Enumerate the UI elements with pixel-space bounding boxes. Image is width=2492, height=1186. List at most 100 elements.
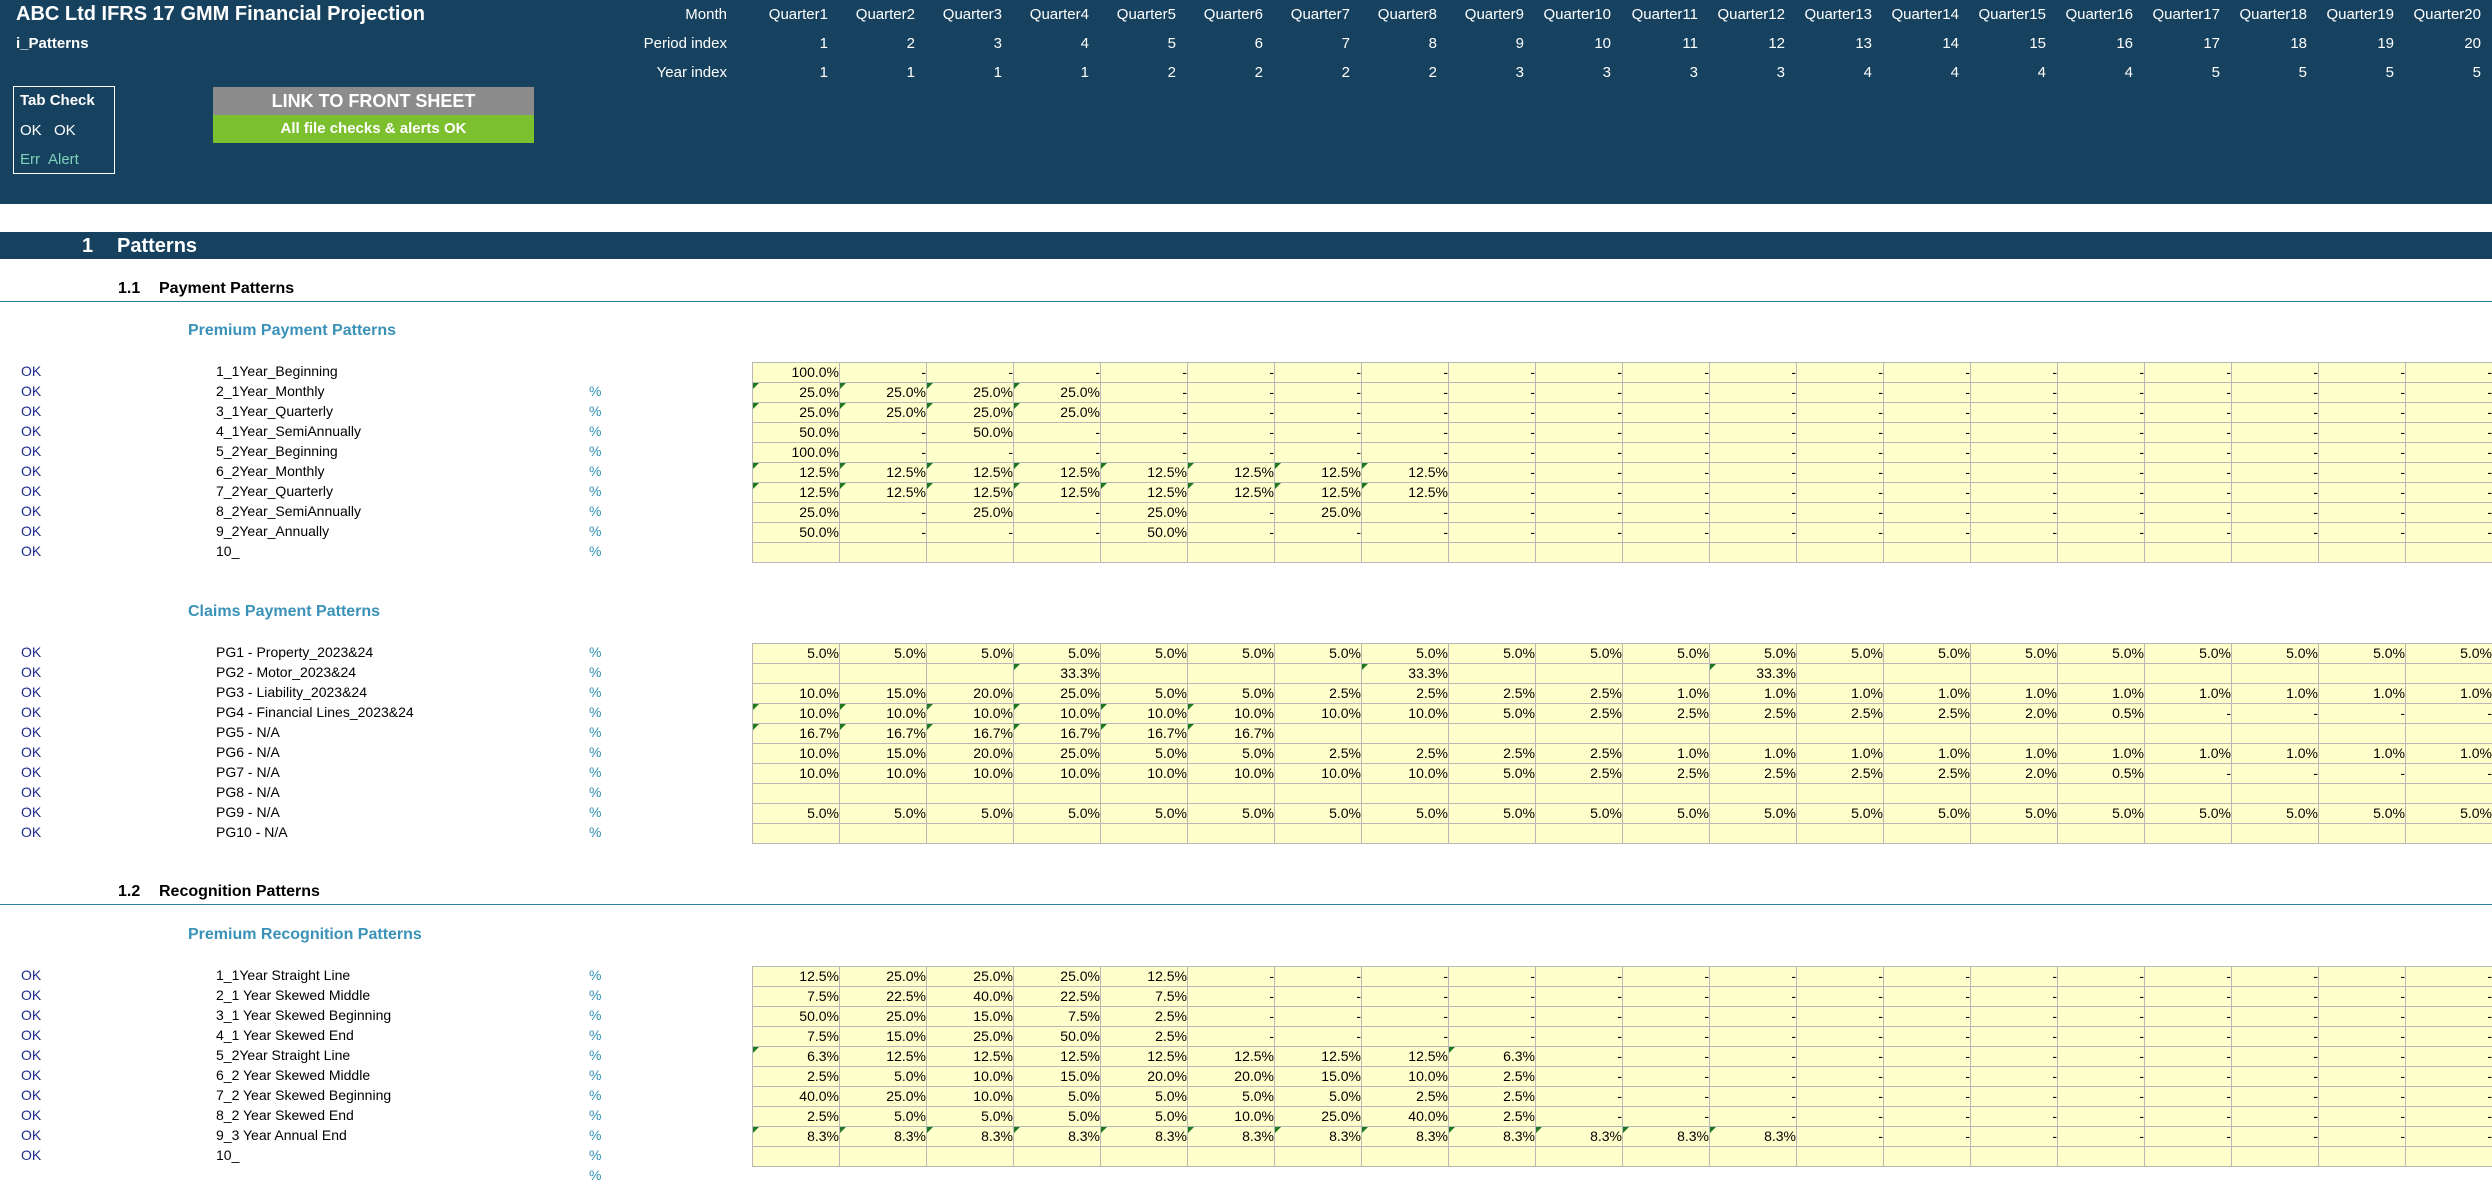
input-cell[interactable]: 25.0% [839,1086,932,1107]
input-cell[interactable]: - [1535,482,1628,503]
input-cell[interactable] [2405,783,2492,804]
input-cell[interactable] [1622,1146,1715,1167]
input-cell[interactable]: 10.0% [752,703,845,724]
input-cell[interactable]: - [2057,362,2150,383]
input-cell[interactable]: - [1970,362,2063,383]
input-cell[interactable] [1013,823,1106,844]
input-cell[interactable]: - [2318,502,2411,523]
input-cell[interactable]: - [2405,1126,2492,1147]
input-cell[interactable] [2144,823,2237,844]
input-cell[interactable] [2144,663,2237,684]
input-cell[interactable]: - [2231,482,2324,503]
input-cell[interactable] [1013,1146,1106,1167]
input-cell[interactable]: - [2057,1086,2150,1107]
input-cell[interactable]: 2.5% [1100,1006,1193,1027]
input-cell[interactable]: 5.0% [2144,643,2237,664]
input-cell[interactable]: 12.5% [1100,462,1193,483]
input-cell[interactable]: - [1013,522,1106,543]
input-cell[interactable]: - [1535,1006,1628,1027]
input-cell[interactable] [2231,783,2324,804]
input-cell[interactable]: - [2318,462,2411,483]
input-cell[interactable] [2318,723,2411,744]
input-cell[interactable]: - [1709,522,1802,543]
input-cell[interactable]: 20.0% [926,683,1019,704]
input-cell[interactable]: - [2231,986,2324,1007]
input-cell[interactable]: 10.0% [926,1086,1019,1107]
input-cell[interactable]: 100.0% [752,362,845,383]
input-cell[interactable] [2231,663,2324,684]
input-cell[interactable]: 25.0% [1013,743,1106,764]
input-cell[interactable]: 5.0% [1622,643,1715,664]
input-cell[interactable]: 12.5% [1187,462,1280,483]
input-cell[interactable] [1013,783,1106,804]
input-cell[interactable]: 5.0% [1361,643,1454,664]
input-cell[interactable] [1709,1146,1802,1167]
input-cell[interactable]: 2.5% [1709,763,1802,784]
input-cell[interactable]: 5.0% [1796,803,1889,824]
input-cell[interactable]: - [1970,462,2063,483]
input-cell[interactable] [1622,542,1715,563]
input-cell[interactable]: 2.5% [1622,703,1715,724]
input-cell[interactable]: - [1709,1026,1802,1047]
input-cell[interactable]: - [1361,422,1454,443]
input-cell[interactable]: - [1535,966,1628,987]
input-cell[interactable]: - [2405,1106,2492,1127]
input-cell[interactable]: 12.5% [1013,1046,1106,1067]
input-cell[interactable] [1535,723,1628,744]
input-cell[interactable]: - [2057,1066,2150,1087]
input-cell[interactable]: 1.0% [2144,743,2237,764]
input-cell[interactable] [1361,542,1454,563]
input-cell[interactable]: - [1274,966,1367,987]
input-cell[interactable]: - [1883,482,1976,503]
input-cell[interactable]: 1.0% [1883,743,1976,764]
input-cell[interactable] [752,663,845,684]
input-cell[interactable]: - [926,362,1019,383]
input-cell[interactable]: 5.0% [1013,1086,1106,1107]
input-cell[interactable]: 25.0% [752,402,845,423]
input-cell[interactable]: - [1361,402,1454,423]
input-cell[interactable] [1796,723,1889,744]
input-cell[interactable]: - [2318,986,2411,1007]
input-cell[interactable] [839,823,932,844]
input-cell[interactable]: - [1622,1106,1715,1127]
input-cell[interactable]: - [1709,462,1802,483]
input-cell[interactable]: 1.0% [2144,683,2237,704]
input-cell[interactable]: 10.0% [1187,763,1280,784]
input-cell[interactable]: 40.0% [926,986,1019,1007]
input-cell[interactable]: 12.5% [1274,1046,1367,1067]
input-cell[interactable]: - [1883,1006,1976,1027]
input-cell[interactable]: 8.3% [839,1126,932,1147]
input-cell[interactable]: 25.0% [1100,502,1193,523]
input-cell[interactable]: 5.0% [926,1106,1019,1127]
input-cell[interactable]: - [1274,362,1367,383]
input-cell[interactable]: - [2144,1006,2237,1027]
input-cell[interactable]: 5.0% [1100,1086,1193,1107]
input-cell[interactable]: - [1796,986,1889,1007]
link-to-front-sheet-button[interactable]: LINK TO FRONT SHEET [213,87,534,115]
input-cell[interactable]: 33.3% [1361,663,1454,684]
input-cell[interactable] [1100,542,1193,563]
input-cell[interactable]: - [2405,502,2492,523]
input-cell[interactable] [1361,783,1454,804]
input-cell[interactable]: 2.5% [1448,683,1541,704]
input-cell[interactable] [1883,783,1976,804]
input-cell[interactable]: - [2405,986,2492,1007]
input-cell[interactable]: 5.0% [839,803,932,824]
input-cell[interactable]: 2.5% [1535,743,1628,764]
input-cell[interactable]: 5.0% [1535,803,1628,824]
input-cell[interactable]: - [1796,382,1889,403]
input-cell[interactable]: 25.0% [839,1006,932,1027]
input-cell[interactable]: - [2057,966,2150,987]
input-cell[interactable] [1796,783,1889,804]
input-cell[interactable]: 10.0% [926,763,1019,784]
input-cell[interactable]: - [1622,442,1715,463]
input-cell[interactable] [2057,1146,2150,1167]
input-cell[interactable]: - [1448,966,1541,987]
input-cell[interactable]: - [1796,1046,1889,1067]
input-cell[interactable]: 16.7% [926,723,1019,744]
input-cell[interactable]: 2.5% [1883,703,1976,724]
input-cell[interactable]: - [2405,462,2492,483]
input-cell[interactable] [2057,542,2150,563]
input-cell[interactable]: 1.0% [1796,743,1889,764]
input-cell[interactable]: - [2231,1126,2324,1147]
